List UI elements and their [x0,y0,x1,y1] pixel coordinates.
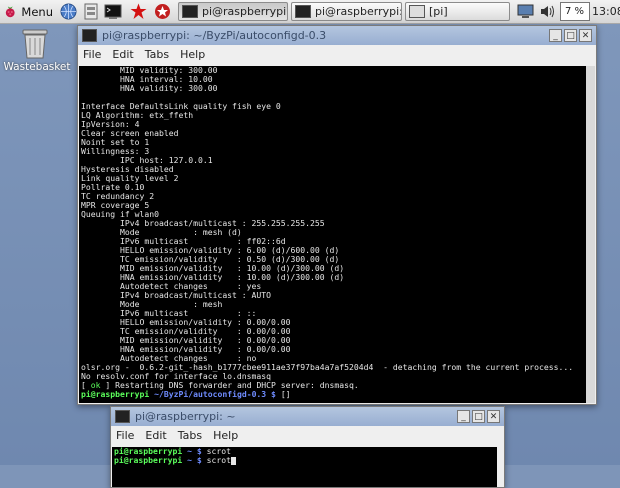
terminal-line: TC redundancy 2 [81,191,155,201]
terminal-line: Pollrate 0.10 [81,182,145,192]
terminal-icon [104,4,122,19]
menu-tabs[interactable]: Tabs [145,48,169,61]
task-terminal-autoconfigd[interactable]: pi@raspberrypi: ~/... [178,2,288,21]
taskbar: Menu pi@raspberrypi: ~/... pi@raspberryp… [0,0,620,24]
clock-label: 13:08 [592,5,620,18]
browser-launcher[interactable] [59,2,77,21]
menu-bar: File Edit Tabs Help [78,45,596,64]
task-label: pi@raspberrypi: ~/... [202,5,288,18]
menu-file[interactable]: File [116,429,134,442]
task-file-manager[interactable]: [pi] [405,2,510,21]
minimize-button[interactable]: _ [549,29,562,42]
close-button[interactable]: ✕ [579,29,592,42]
menu-tabs[interactable]: Tabs [178,429,202,442]
wastebasket-label: Wastebasket [3,61,71,73]
terminal-icon [115,410,130,423]
terminal-window-home[interactable]: pi@raspberrypi: ~ _ □ ✕ File Edit Tabs H… [110,406,505,488]
mathematica-icon [154,4,170,19]
wolfram-icon [130,3,146,19]
prompt-line: pi@raspberrypi ~ $ scrot [114,456,497,465]
clock[interactable]: 13:08 [592,2,620,21]
command-text: scrot [206,455,231,465]
terminal-line: Noint set to 1 [81,137,150,147]
window-title: pi@raspberrypi: ~/ByzPi/autoconfigd-0.3 [102,29,327,42]
cursor: [] [280,389,291,399]
terminal-icon [295,5,311,18]
terminal-icon [82,29,97,42]
globe-icon [60,3,76,20]
cpu-percent: 7 % [565,6,585,17]
raspberry-icon [5,5,15,17]
window-title: pi@raspberrypi: ~ [135,410,236,423]
menu-help[interactable]: Help [180,48,205,61]
terminal-icon [182,5,198,18]
terminal-line: Clear screen enabled [81,128,179,138]
task-label: [pi] [429,5,448,18]
terminal-output[interactable]: MID validity: 300.00 HNA interval: 10.00… [79,66,586,403]
volume-control[interactable] [538,2,556,21]
file-manager-icon [84,3,98,20]
mathematica-launcher[interactable] [153,2,171,21]
terminal-line: LQ Algorithm: etx_ffeth [81,110,194,120]
wastebasket-icon[interactable] [20,26,50,60]
title-bar[interactable]: pi@raspberrypi: ~ _ □ ✕ [111,407,504,426]
prompt-path: ~ $ [182,455,207,465]
maximize-button[interactable]: □ [564,29,577,42]
menu-button[interactable]: Menu [3,2,53,21]
menu-bar: File Edit Tabs Help [111,426,504,445]
terminal-line: Link quality level 2 [81,173,179,183]
prompt-user: pi@raspberrypi [81,389,150,399]
cpu-monitor[interactable]: 7 % [560,2,590,21]
title-bar[interactable]: pi@raspberrypi: ~/ByzPi/autoconfigd-0.3 … [78,26,596,45]
terminal-line: HNA validity: 300.00 [81,83,218,93]
close-button[interactable]: ✕ [487,410,500,423]
network-status[interactable] [516,2,534,21]
menu-file[interactable]: File [83,48,101,61]
menu-edit[interactable]: Edit [145,429,166,442]
menu-help[interactable]: Help [213,429,238,442]
prompt-path: ~/ByzPi/autoconfigd-0.3 $ [149,389,281,399]
task-terminal-home[interactable]: pi@raspberrypi: ~ [291,2,402,21]
terminal-launcher[interactable] [104,2,122,21]
network-icon [517,4,533,18]
cursor [230,456,236,465]
file-manager-launcher[interactable] [82,2,100,21]
menu-label: Menu [21,4,53,19]
terminal-output[interactable]: pi@raspberrypi ~ $ scrot pi@raspberrypi ~… [112,447,497,487]
scrollbar[interactable] [586,66,595,403]
speaker-icon [540,5,554,18]
task-label: pi@raspberrypi: ~ [315,5,402,18]
prompt-user: pi@raspberrypi [114,455,183,465]
maximize-button[interactable]: □ [472,410,485,423]
prompt-line: pi@raspberrypi ~/ByzPi/autoconfigd-0.3 $… [81,390,586,399]
minimize-button[interactable]: _ [457,410,470,423]
terminal-window-autoconfigd[interactable]: pi@raspberrypi: ~/ByzPi/autoconfigd-0.3 … [77,25,597,405]
folder-icon [409,5,425,18]
wolfram-launcher[interactable] [129,2,147,21]
menu-edit[interactable]: Edit [112,48,133,61]
